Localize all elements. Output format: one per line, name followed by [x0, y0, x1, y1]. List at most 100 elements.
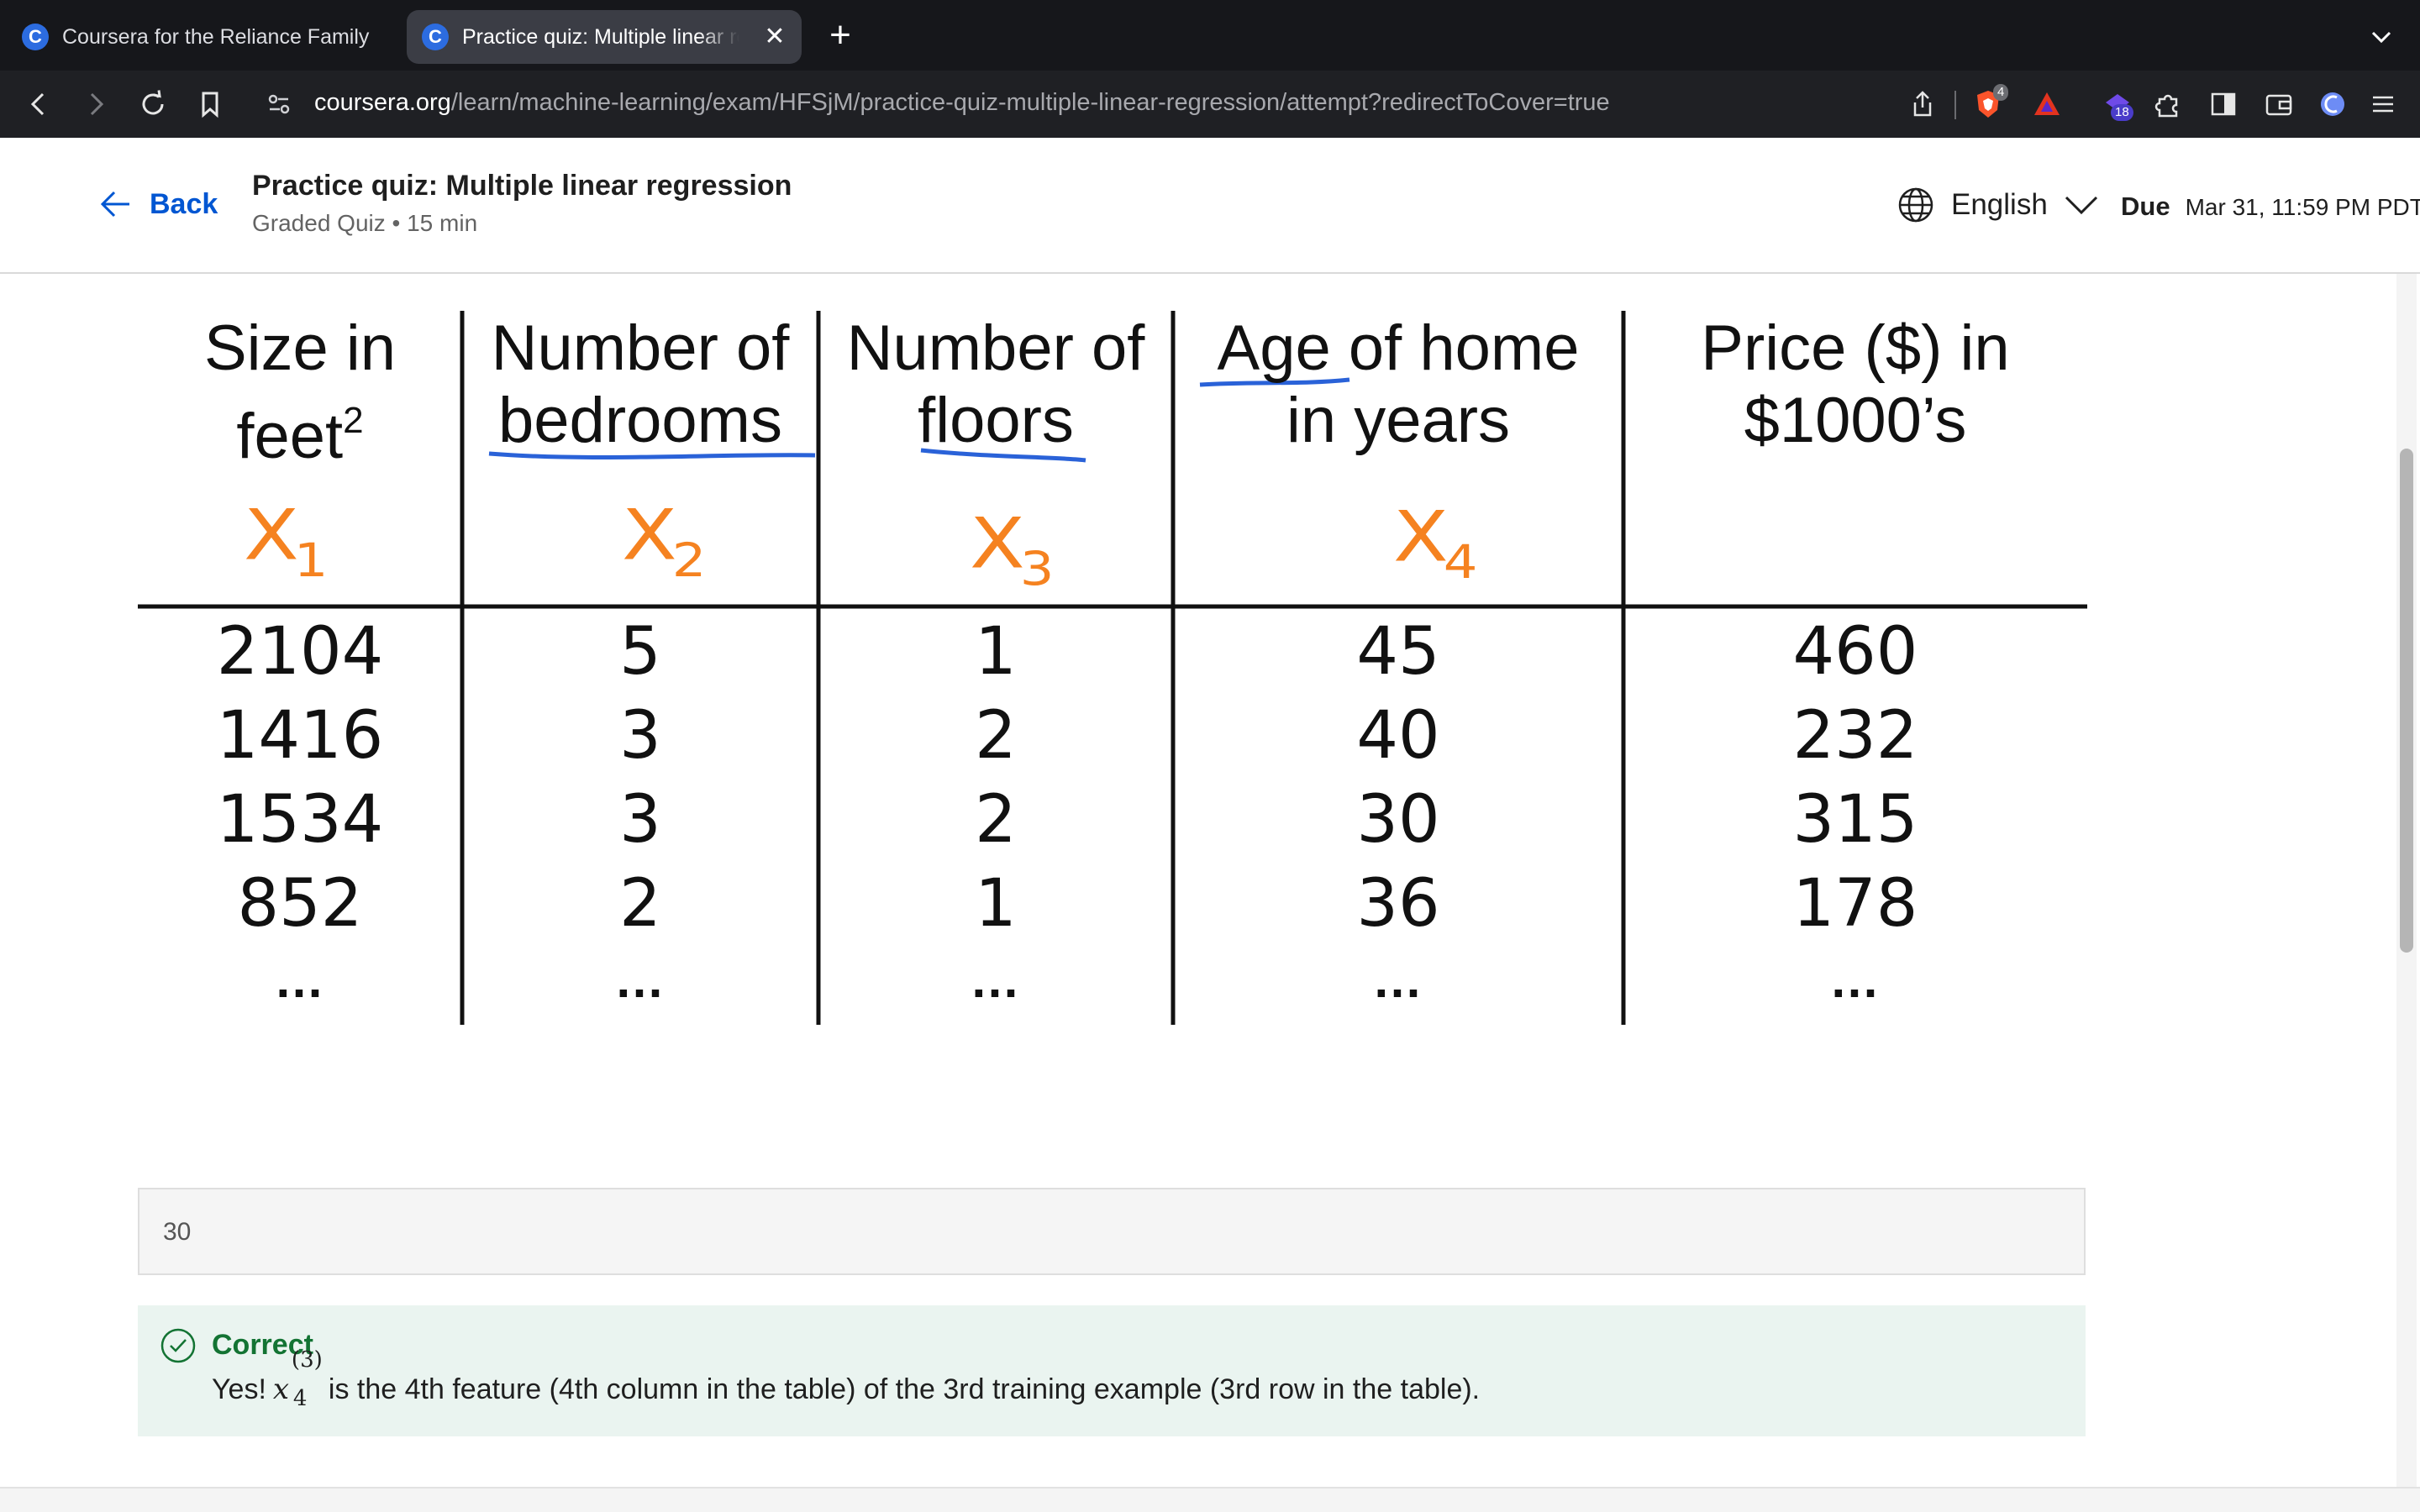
quiz-subtitle: Graded Quiz • 15 min [252, 210, 478, 236]
feature-label-x1: X1 [244, 495, 328, 588]
brave-shields-badge: 4 [1993, 84, 2009, 101]
toolbar-divider [1954, 91, 1956, 119]
table-cell: 1416 [216, 698, 384, 774]
globe-icon [1898, 187, 1933, 223]
tab-title: Coursera for the Reliance Family | [62, 24, 373, 49]
table-cell: 315 [1792, 782, 1918, 858]
header-line: Number of [491, 312, 790, 384]
math-notation: x (3) 4 [272, 1347, 323, 1411]
tab-practice-quiz[interactable]: C Practice quiz: Multiple linear regress… [407, 10, 802, 64]
table-cell: 3 [619, 782, 661, 858]
reload-icon[interactable] [136, 87, 170, 121]
feedback-text: Yes! x (3) 4 is the 4th feature (4th col… [212, 1347, 1481, 1411]
header-line: Age of home [1217, 312, 1580, 384]
feature-label-x2: X2 [622, 495, 706, 588]
table-cell: 178 [1792, 866, 1918, 942]
table-cell: 232 [1792, 698, 1918, 774]
ellipsis: … [1372, 952, 1424, 1008]
brave-shields-icon[interactable]: 4 [1971, 84, 2009, 121]
math-superscript: (3) [291, 1347, 323, 1373]
address-bar[interactable]: coursera.org/learn/machine-learning/exam… [250, 77, 2075, 131]
url-domain: coursera.org [314, 89, 451, 116]
language-selector[interactable]: English [1897, 186, 2100, 223]
sidebar-toggle-icon[interactable] [2207, 87, 2240, 121]
table-cell: 1 [975, 866, 1017, 942]
due-value: Mar 31, 11:59 PM PDT [2185, 194, 2420, 220]
bookmark-icon[interactable] [193, 87, 227, 121]
feedback-panel: Correct Yes! x (3) 4 is the 4th feature … [138, 1305, 2086, 1436]
table-cell: 2104 [216, 614, 384, 690]
column-header-bedrooms: Number of bedrooms [462, 312, 818, 457]
menu-icon[interactable] [2366, 87, 2400, 121]
close-tab-icon[interactable]: ✕ [760, 22, 790, 52]
math-base: x [272, 1373, 290, 1406]
table-cell: 30 [1356, 782, 1440, 858]
column-header-size: Size in feet2 [138, 312, 462, 473]
coursera-favicon-icon: C [22, 24, 49, 50]
column-header-floors: Number of floors [818, 312, 1173, 457]
table-cell: 852 [237, 866, 363, 942]
chevron-down-icon [2065, 196, 2097, 215]
housing-features-table-image: Size in feet2 Number of bedrooms Number … [126, 277, 2109, 1050]
table-cell: 460 [1792, 614, 1918, 690]
table-cell: 1 [975, 614, 1017, 690]
ellipsis: … [1829, 952, 1881, 1008]
due-date: Due Mar 31, 11:59 PM PDT [2121, 192, 2420, 222]
url-path: /learn/machine-learning/exam/HFSjM/pract… [450, 89, 1610, 116]
new-tab-button[interactable]: + [823, 15, 857, 55]
header-line: feet [236, 401, 344, 472]
tab-list-chevron-icon[interactable] [2366, 22, 2396, 52]
feedback-prefix: Yes! [212, 1373, 266, 1405]
table-cell: 36 [1356, 866, 1440, 942]
leo-badge: 18 [2111, 104, 2133, 121]
feedback-explanation: is the 4th feature (4th column in the ta… [328, 1373, 1481, 1405]
header-line: Size in [203, 312, 397, 384]
leo-ai-icon[interactable]: 18 [2101, 87, 2134, 121]
scrollbar-thumb[interactable] [2400, 449, 2413, 953]
back-arrow-icon [100, 191, 129, 218]
column-header-price: Price ($) in $1000’s [1623, 312, 2087, 457]
column-header-age: Age of home in years [1173, 312, 1623, 457]
feature-label-x3: X3 [970, 503, 1054, 596]
answer-value: 30 [163, 1218, 192, 1246]
tab-title: Practice quiz: Multiple linear regressio… [462, 24, 739, 49]
page-title: Practice quiz: Multiple linear regressio… [252, 170, 792, 202]
quiz-header: Back Practice quiz: Multiple linear regr… [0, 138, 2420, 274]
back-button[interactable]: Back [97, 186, 218, 222]
tab-coursera-reliance[interactable]: C Coursera for the Reliance Family | [10, 10, 397, 64]
site-settings-icon[interactable] [262, 87, 296, 121]
table-cell: 2 [975, 698, 1017, 774]
table-cell: 2 [975, 782, 1017, 858]
url-text[interactable]: coursera.org/learn/machine-learning/exam… [314, 89, 1610, 117]
brave-rewards-icon[interactable] [2030, 87, 2064, 121]
extensions-icon[interactable] [2151, 87, 2185, 121]
table-cell: 40 [1356, 698, 1440, 774]
back-arrow-icon[interactable] [22, 87, 55, 121]
browser-toolbar: coursera.org/learn/machine-learning/exam… [0, 71, 2420, 138]
page-bottom-strip [0, 1487, 2420, 1512]
forward-arrow-icon[interactable] [79, 87, 113, 121]
due-label: Due [2121, 192, 2170, 221]
header-line: bedrooms [498, 385, 782, 456]
ellipsis: … [274, 952, 326, 1008]
table-cell: 1534 [216, 782, 384, 858]
table-cell: 5 [619, 614, 661, 690]
header-line: $1000’s [1744, 385, 1967, 456]
table-cell: 45 [1356, 614, 1440, 690]
header-line: in years [1286, 385, 1511, 456]
wallet-icon[interactable] [2262, 87, 2296, 121]
header-superscript: 2 [343, 400, 364, 441]
header-line: Number of [846, 312, 1145, 384]
feature-label-x4: X4 [1393, 496, 1477, 590]
language-label: English [1951, 188, 2048, 221]
vpn-icon[interactable] [2316, 87, 2349, 121]
share-icon[interactable] [1906, 87, 1939, 121]
coursera-favicon-icon: C [422, 24, 449, 50]
ellipsis: … [614, 952, 666, 1008]
header-line: floors [918, 385, 1074, 456]
tab-bar: C Coursera for the Reliance Family | C P… [0, 0, 2420, 71]
header-line: Price ($) in [1701, 312, 2010, 384]
answer-input[interactable]: 30 [138, 1188, 2086, 1275]
ellipsis: … [970, 952, 1022, 1008]
table-cell: 3 [619, 698, 661, 774]
